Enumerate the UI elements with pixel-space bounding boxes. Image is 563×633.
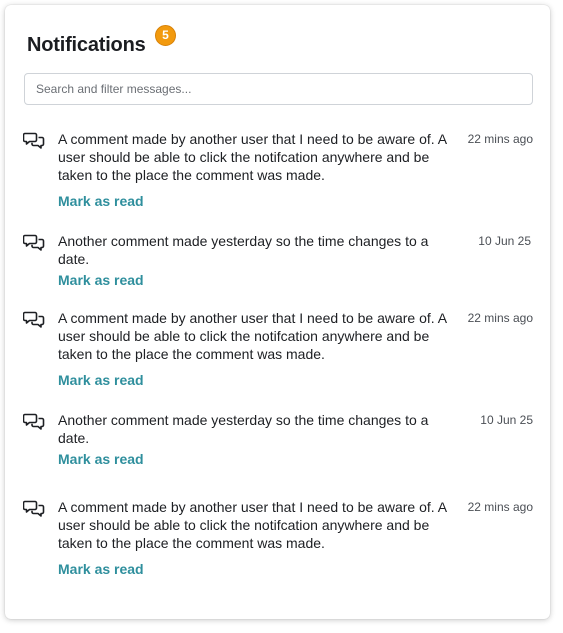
mark-as-read-link[interactable]: Mark as read (58, 192, 144, 210)
notification-time: 22 mins ago (467, 311, 533, 325)
notification-message: Another comment made yesterday so the ti… (58, 233, 429, 267)
notification-time: 22 mins ago (467, 132, 533, 146)
notification-message: Another comment made yesterday so the ti… (58, 412, 429, 446)
comments-icon (23, 311, 45, 328)
panel-header: Notifications 5 (27, 25, 176, 61)
notification-message: A comment made by another user that I ne… (58, 499, 447, 551)
notification-item[interactable]: A comment made by another user that I ne… (5, 309, 550, 389)
notification-message: A comment made by another user that I ne… (58, 310, 447, 362)
comments-icon (23, 132, 45, 149)
mark-as-read-link[interactable]: Mark as read (58, 271, 144, 289)
notification-count-badge: 5 (155, 25, 176, 46)
notifications-panel: Notifications 5 A comment made by anothe… (5, 5, 550, 619)
mark-as-read-link[interactable]: Mark as read (58, 450, 144, 468)
notification-item[interactable]: Another comment made yesterday so the ti… (5, 411, 550, 471)
search-input[interactable] (24, 73, 533, 105)
notification-time: 10 Jun 25 (480, 413, 533, 427)
mark-as-read-link[interactable]: Mark as read (58, 560, 144, 578)
comments-icon (23, 500, 45, 517)
notification-message: A comment made by another user that I ne… (58, 131, 447, 183)
page-title: Notifications (27, 34, 146, 56)
comments-icon (23, 413, 45, 430)
notification-item[interactable]: A comment made by another user that I ne… (5, 130, 550, 210)
notification-time: 10 Jun 25 (478, 234, 531, 248)
notification-item[interactable]: Another comment made yesterday so the ti… (5, 232, 550, 292)
notification-item[interactable]: A comment made by another user that I ne… (5, 498, 550, 578)
notification-time: 22 mins ago (467, 500, 533, 514)
mark-as-read-link[interactable]: Mark as read (58, 371, 144, 389)
comments-icon (23, 234, 45, 251)
